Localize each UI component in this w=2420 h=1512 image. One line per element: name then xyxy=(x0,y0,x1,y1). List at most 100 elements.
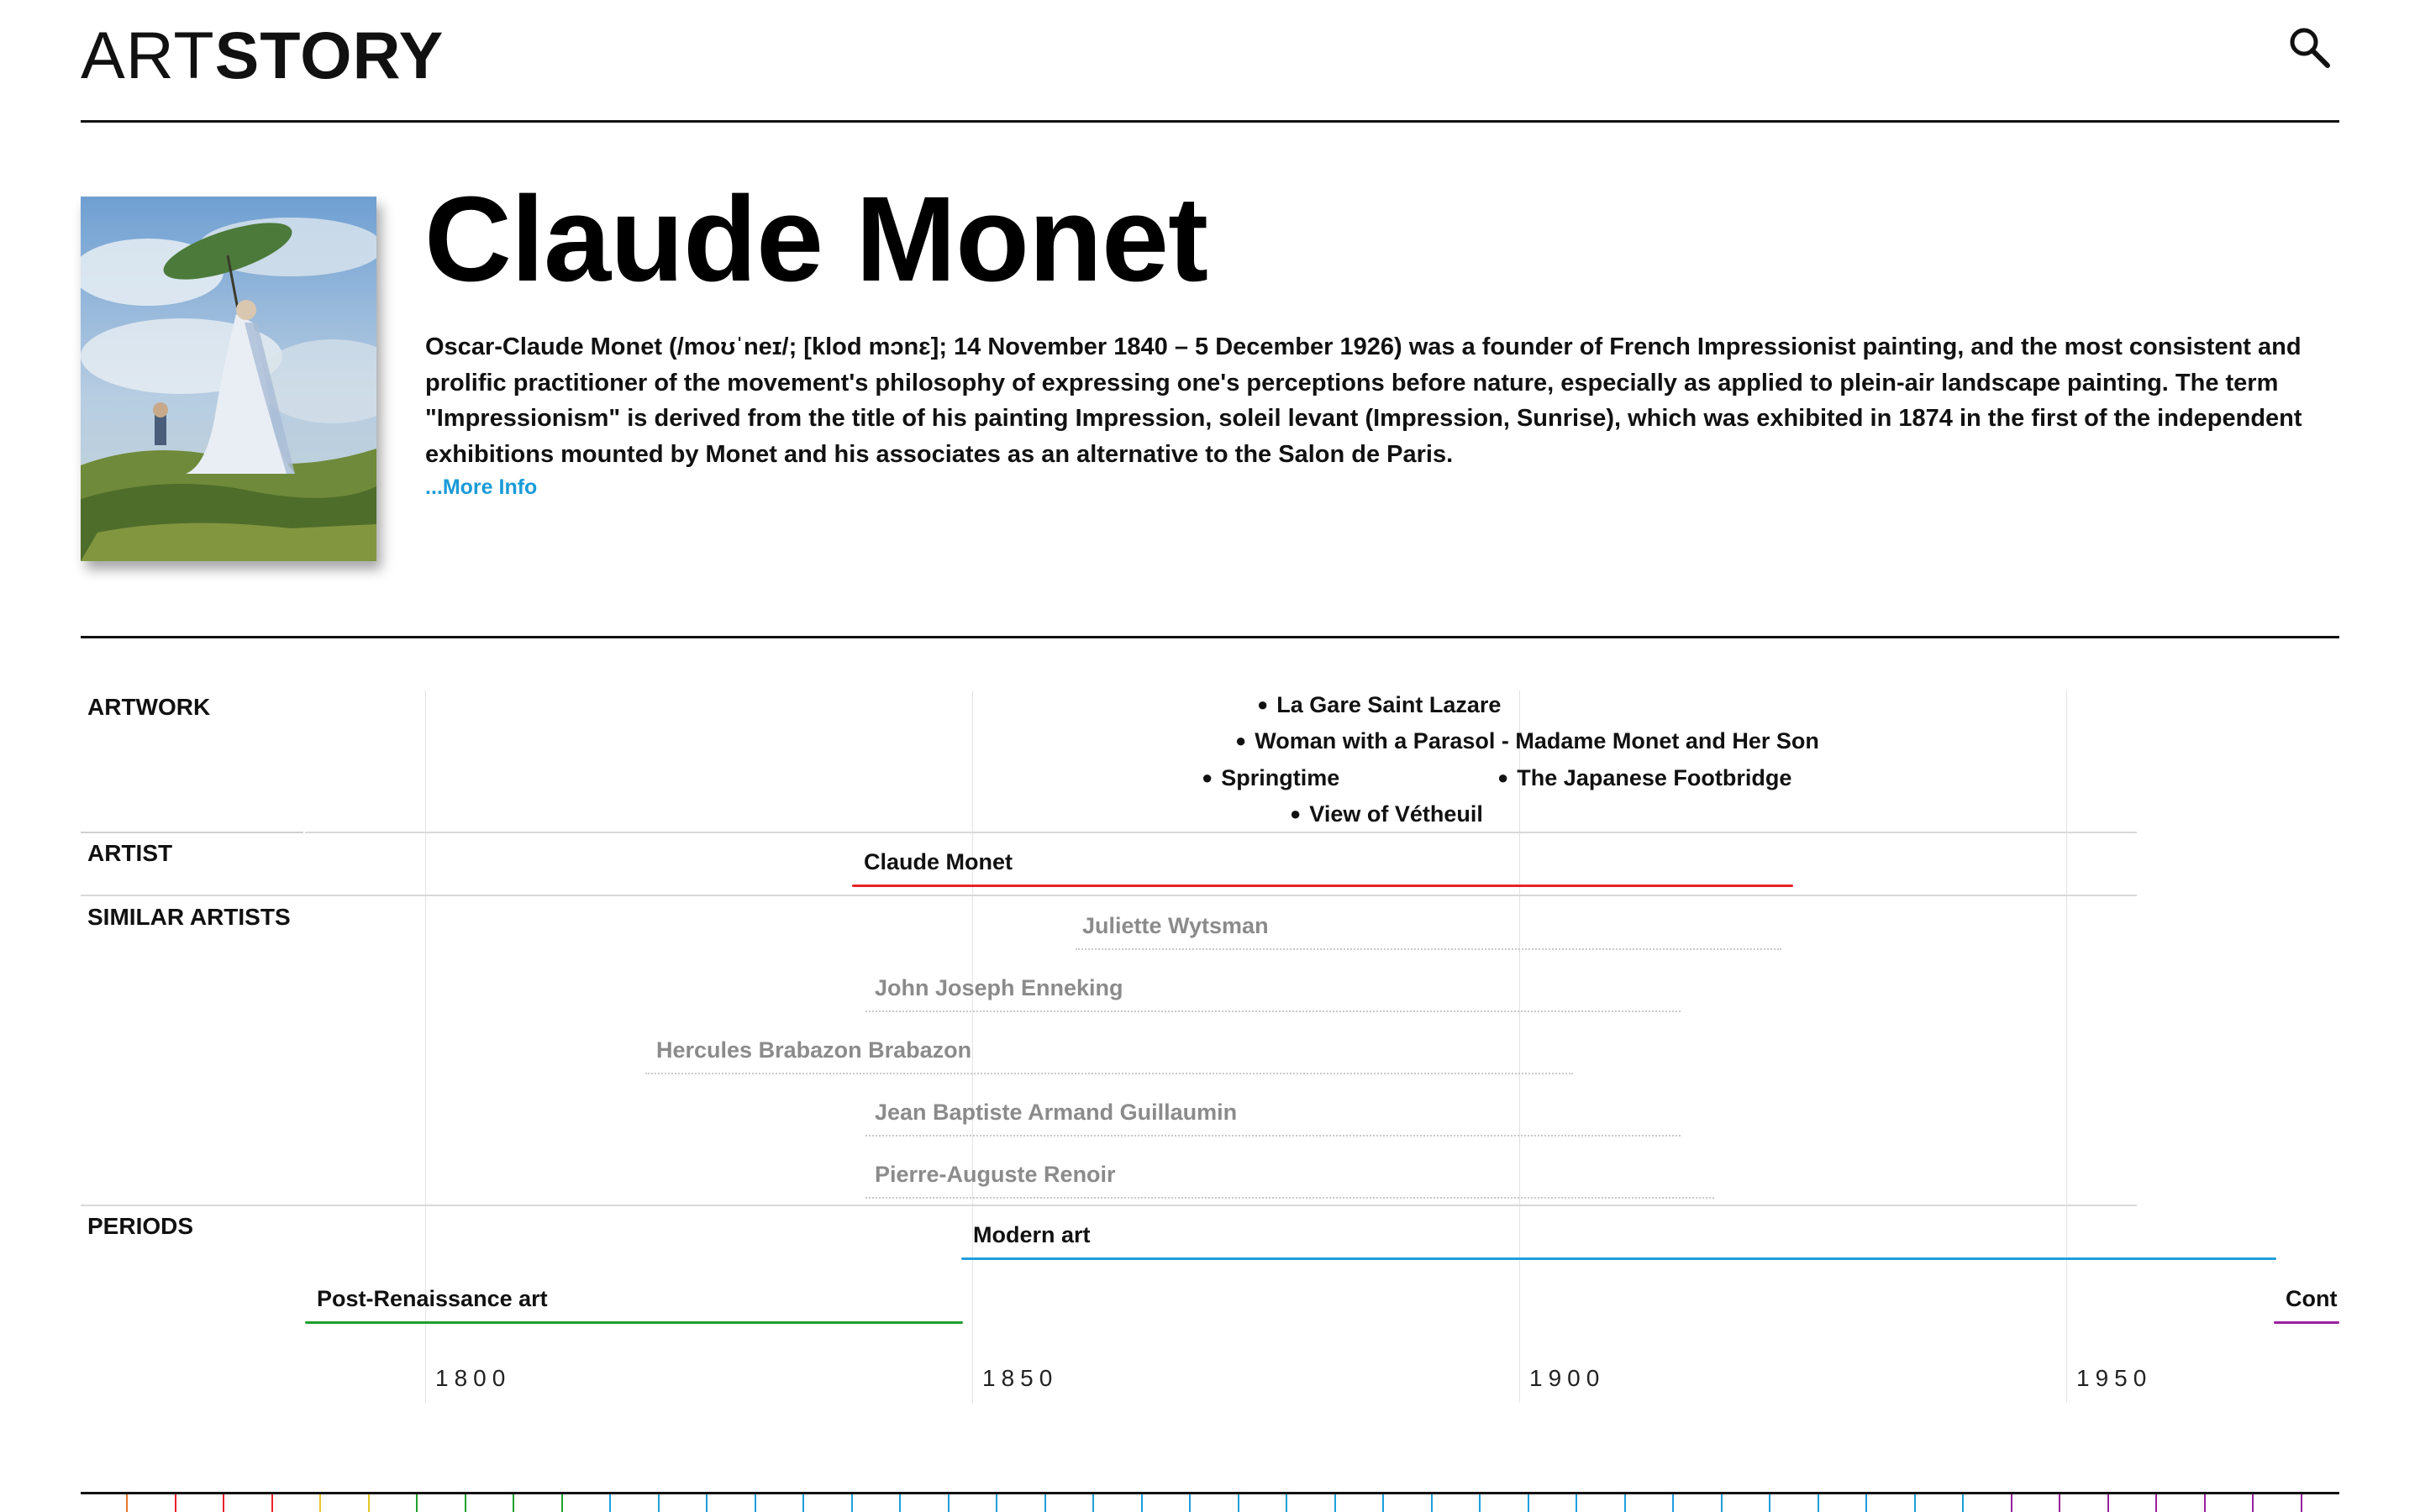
artist-lifespan-bar xyxy=(852,885,1793,887)
scrubber-tick xyxy=(2010,1494,2012,1512)
scrubber-tick xyxy=(2059,1494,2060,1512)
row-divider-artwork xyxy=(305,832,2137,833)
period-bar-modern-art xyxy=(961,1257,2276,1260)
similar-artist[interactable]: Juliette Wytsman xyxy=(1082,913,1269,939)
artwork-item[interactable]: ● Woman with a Parasol - Madame Monet and… xyxy=(1235,728,1819,754)
scrubber-tick xyxy=(1382,1494,1384,1512)
scrubber-tick xyxy=(1769,1494,1770,1512)
similar-artist-lifespan xyxy=(1076,948,1781,950)
scrubber-tick xyxy=(2203,1494,2206,1512)
scrubber-tick xyxy=(174,1494,176,1512)
scrubber-tick xyxy=(1189,1494,1191,1512)
artwork-item[interactable]: ● Springtime xyxy=(1202,765,1339,791)
bullet-icon: ● xyxy=(1290,803,1302,824)
scrubber-tick xyxy=(1140,1494,1143,1512)
artist-title: Claude Monet xyxy=(424,171,1208,307)
period-bar-post-renaissance xyxy=(305,1321,963,1324)
year-label-1850: 1850 xyxy=(982,1365,1059,1391)
scrubber-tick xyxy=(1817,1494,1819,1512)
section-label-artist: ARTIST xyxy=(87,840,173,866)
section-label-periods: PERIODS xyxy=(87,1213,194,1239)
period-modern-art[interactable]: Modern art xyxy=(973,1222,1091,1248)
similar-artist-lifespan xyxy=(865,1135,1681,1137)
scrubber-tick xyxy=(464,1494,466,1512)
scrubber-tick xyxy=(657,1494,660,1512)
scrubber-tick xyxy=(1286,1494,1287,1512)
scrubber-tick xyxy=(1044,1494,1046,1512)
header-divider xyxy=(81,120,2339,123)
bullet-icon: ● xyxy=(1235,730,1247,751)
scrubber-tick xyxy=(947,1494,950,1512)
logo-text-light: ART xyxy=(81,18,215,92)
scrubber-tick xyxy=(899,1494,901,1512)
artwork-item[interactable]: ● The Japanese Footbridge xyxy=(1497,765,1791,791)
bullet-icon: ● xyxy=(1257,694,1269,715)
gridline-1950 xyxy=(2066,690,2067,1403)
scrubber-tick xyxy=(1527,1494,1529,1512)
similar-artist-lifespan xyxy=(865,1011,1681,1012)
period-contemporary[interactable]: Cont xyxy=(2286,1286,2339,1312)
scrubber-tick xyxy=(513,1494,514,1512)
gridline-1850 xyxy=(972,690,973,1403)
year-label-1950: 1950 xyxy=(2076,1365,2153,1391)
timeline-artist-name[interactable]: Claude Monet xyxy=(864,849,1013,875)
similar-artist[interactable]: Pierre-Auguste Renoir xyxy=(875,1162,1116,1188)
similar-artist-lifespan xyxy=(865,1197,1714,1199)
bullet-icon: ● xyxy=(1202,767,1213,788)
row-divider-artwork-label xyxy=(81,832,303,833)
scrubber-tick xyxy=(2107,1494,2109,1512)
scrubber-tick xyxy=(1962,1494,1964,1512)
more-info-link[interactable]: ...More Info xyxy=(425,475,537,500)
scrubber-tick xyxy=(1430,1494,1433,1512)
scrubber-tick xyxy=(1237,1494,1239,1512)
year-label-1800: 1800 xyxy=(435,1365,512,1391)
artwork-item[interactable]: ● View of Vétheuil xyxy=(1290,801,1483,827)
search-icon[interactable] xyxy=(2286,24,2333,71)
period-bar-contemporary xyxy=(2274,1321,2339,1324)
artist-portrait-image xyxy=(81,197,376,561)
artwork-item[interactable]: ● La Gare Saint Lazare xyxy=(1257,692,1501,718)
scrubber-tick xyxy=(1334,1494,1336,1512)
scrubber-tick xyxy=(1672,1494,1674,1512)
gridline-1900 xyxy=(1519,690,1520,1403)
scrubber-tick xyxy=(1092,1494,1094,1512)
similar-artist-lifespan xyxy=(645,1073,1573,1074)
scrubber-tick xyxy=(271,1494,273,1512)
scrubber-tick xyxy=(609,1494,611,1512)
scrubber-tick xyxy=(1720,1494,1723,1512)
scrubber-tick xyxy=(2155,1494,2157,1512)
scrubber-tick xyxy=(367,1494,370,1512)
bullet-icon: ● xyxy=(1497,767,1509,788)
scrubber-tick xyxy=(802,1494,804,1512)
scrubber-tick xyxy=(1576,1494,1577,1512)
scrubber-tick xyxy=(1865,1494,1867,1512)
section-label-similar-artists: SIMILAR ARTISTS xyxy=(87,904,291,930)
scrubber-tick xyxy=(754,1494,756,1512)
period-post-renaissance-art[interactable]: Post-Renaissance art xyxy=(317,1286,548,1312)
row-divider-similar xyxy=(81,1205,2137,1206)
scrubber-tick xyxy=(2300,1494,2302,1512)
scrubber-tick xyxy=(1913,1494,1916,1512)
scrubber-tick xyxy=(2252,1494,2254,1512)
scrubber-tick xyxy=(223,1494,224,1512)
scrubber-tick xyxy=(560,1494,563,1512)
hero-divider xyxy=(81,636,2339,638)
similar-artist[interactable]: Jean Baptiste Armand Guillaumin xyxy=(875,1100,1237,1126)
site-logo[interactable]: ARTSTORY xyxy=(81,22,444,88)
timeline-scrubber[interactable] xyxy=(81,1492,2339,1512)
scrubber-tick xyxy=(1479,1494,1481,1512)
scrubber-tick xyxy=(996,1494,997,1512)
scrubber-tick xyxy=(850,1494,853,1512)
year-label-1900: 1900 xyxy=(1529,1365,1606,1391)
logo-text-bold: STORY xyxy=(214,18,445,92)
scrubber-tick xyxy=(319,1494,321,1512)
row-divider-artist xyxy=(81,895,2137,896)
section-label-artwork: ARTWORK xyxy=(87,694,211,720)
scrubber-baseline xyxy=(81,1492,2339,1494)
artist-bio: Oscar-Claude Monet (/moʊˈneɪ/; [klod mɔn… xyxy=(425,333,2302,468)
similar-artist[interactable]: John Joseph Enneking xyxy=(875,975,1123,1001)
scrubber-tick xyxy=(1623,1494,1626,1512)
scrubber-tick xyxy=(416,1494,418,1512)
similar-artist[interactable]: Hercules Brabazon Brabazon xyxy=(656,1037,971,1063)
scrubber-tick xyxy=(706,1494,708,1512)
